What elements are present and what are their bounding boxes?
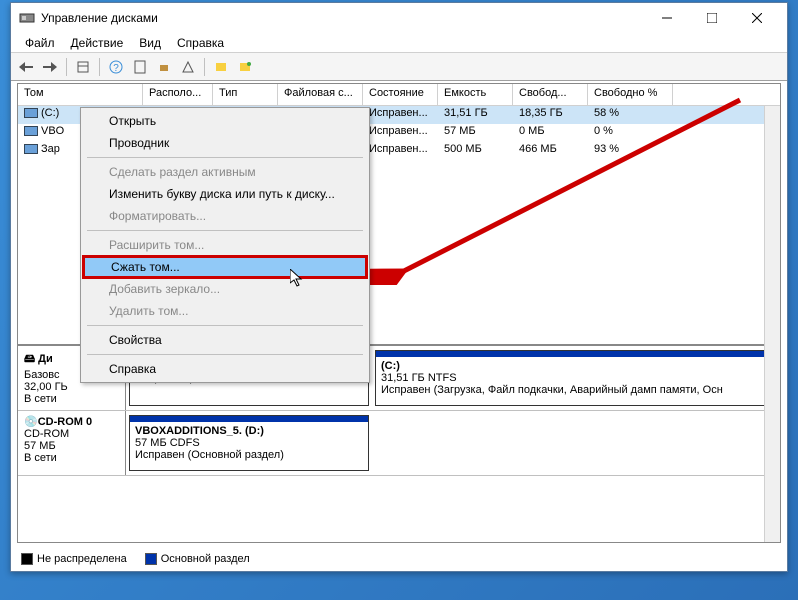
titlebar: Управление дисками <box>11 3 787 33</box>
cm-format: Форматировать... <box>83 205 367 227</box>
cm-explorer[interactable]: Проводник <box>83 132 367 154</box>
cm-shrink[interactable]: Сжать том... <box>83 256 367 278</box>
toolbar-btn-4[interactable] <box>153 56 175 78</box>
part-size: 57 МБ CDFS <box>135 437 363 449</box>
disk-type: CD-ROM <box>24 428 119 440</box>
menubar: Файл Действие Вид Справка <box>11 33 787 53</box>
legend-swatch-unallocated <box>21 553 33 565</box>
app-icon <box>19 10 35 26</box>
svg-text:?: ? <box>113 63 119 74</box>
cell-cap: 500 МБ <box>438 142 513 160</box>
context-menu: Открыть Проводник Сделать раздел активны… <box>80 107 370 383</box>
partition[interactable]: (C:) 31,51 ГБ NTFS Исправен (Загрузка, Ф… <box>375 350 777 406</box>
toolbar-btn-1[interactable] <box>72 56 94 78</box>
disk-online: В сети <box>24 452 119 464</box>
cm-open[interactable]: Открыть <box>83 110 367 132</box>
cm-change-letter[interactable]: Изменить букву диска или путь к диску... <box>83 183 367 205</box>
cm-mirror: Добавить зеркало... <box>83 278 367 300</box>
legend-swatch-primary <box>145 553 157 565</box>
cell-volume: (C:) <box>41 107 59 119</box>
legend-primary: Основной раздел <box>161 553 250 565</box>
disk-online: В сети <box>24 393 119 405</box>
menu-action[interactable]: Действие <box>63 34 132 52</box>
col-location[interactable]: Располо... <box>143 84 213 105</box>
volume-icon <box>24 108 38 118</box>
legend: Не распределена Основной раздел <box>21 553 250 565</box>
menu-file[interactable]: Файл <box>17 34 63 52</box>
volume-icon <box>24 126 38 136</box>
cell-freep: 93 % <box>588 142 673 160</box>
menu-view[interactable]: Вид <box>131 34 169 52</box>
back-button[interactable] <box>15 56 37 78</box>
toolbar: ? <box>11 53 787 81</box>
toolbar-btn-3[interactable] <box>129 56 151 78</box>
col-free[interactable]: Свобод... <box>513 84 588 105</box>
cm-help[interactable]: Справка <box>83 358 367 380</box>
cell-cap: 57 МБ <box>438 124 513 142</box>
toolbar-btn-5[interactable] <box>177 56 199 78</box>
disk-info[interactable]: 💿CD-ROM 0 CD-ROM 57 МБ В сети <box>18 411 126 475</box>
part-title: VBOXADDITIONS_5. (D:) <box>135 425 363 437</box>
partition[interactable]: VBOXADDITIONS_5. (D:) 57 МБ CDFS Исправе… <box>129 415 369 471</box>
disk-size: 57 МБ <box>24 440 119 452</box>
cell-cap: 31,51 ГБ <box>438 106 513 124</box>
forward-button[interactable] <box>39 56 61 78</box>
maximize-button[interactable] <box>689 4 734 32</box>
col-type[interactable]: Тип <box>213 84 278 105</box>
minimize-button[interactable] <box>644 4 689 32</box>
col-volume[interactable]: Том <box>18 84 143 105</box>
cell-volume: VBO <box>41 125 64 137</box>
cell-state: Исправен... <box>363 106 438 124</box>
toolbar-btn-7[interactable] <box>234 56 256 78</box>
cell-free: 0 МБ <box>513 124 588 142</box>
disk-title: 💿CD-ROM 0 <box>24 415 119 428</box>
cell-state: Исправен... <box>363 142 438 160</box>
cm-active: Сделать раздел активным <box>83 161 367 183</box>
scrollbar-vertical[interactable] <box>764 106 780 542</box>
cell-free: 466 МБ <box>513 142 588 160</box>
cm-delete: Удалить том... <box>83 300 367 322</box>
volume-icon <box>24 144 38 154</box>
cm-properties[interactable]: Свойства <box>83 329 367 351</box>
part-state: Исправен (Основной раздел) <box>135 449 363 461</box>
window-title: Управление дисками <box>41 11 644 25</box>
part-title: (C:) <box>381 360 771 372</box>
part-state: Исправен (Загрузка, Файл подкачки, Авари… <box>381 384 771 396</box>
cell-freep: 0 % <box>588 124 673 142</box>
part-size: 31,51 ГБ NTFS <box>381 372 771 384</box>
menu-help[interactable]: Справка <box>169 34 232 52</box>
col-freepct[interactable]: Свободно % <box>588 84 673 105</box>
close-button[interactable] <box>734 4 779 32</box>
cell-state: Исправен... <box>363 124 438 142</box>
col-state[interactable]: Состояние <box>363 84 438 105</box>
disk-row: 💿CD-ROM 0 CD-ROM 57 МБ В сети VBOXADDITI… <box>18 411 780 476</box>
cell-free: 18,35 ГБ <box>513 106 588 124</box>
cell-freep: 58 % <box>588 106 673 124</box>
toolbar-btn-6[interactable] <box>210 56 232 78</box>
legend-unallocated: Не распределена <box>37 553 127 565</box>
table-header: Том Располо... Тип Файловая с... Состоян… <box>18 84 780 106</box>
cell-volume: Зар <box>41 143 60 155</box>
cm-extend: Расширить том... <box>83 234 367 256</box>
help-icon[interactable]: ? <box>105 56 127 78</box>
col-filesystem[interactable]: Файловая с... <box>278 84 363 105</box>
col-capacity[interactable]: Емкость <box>438 84 513 105</box>
